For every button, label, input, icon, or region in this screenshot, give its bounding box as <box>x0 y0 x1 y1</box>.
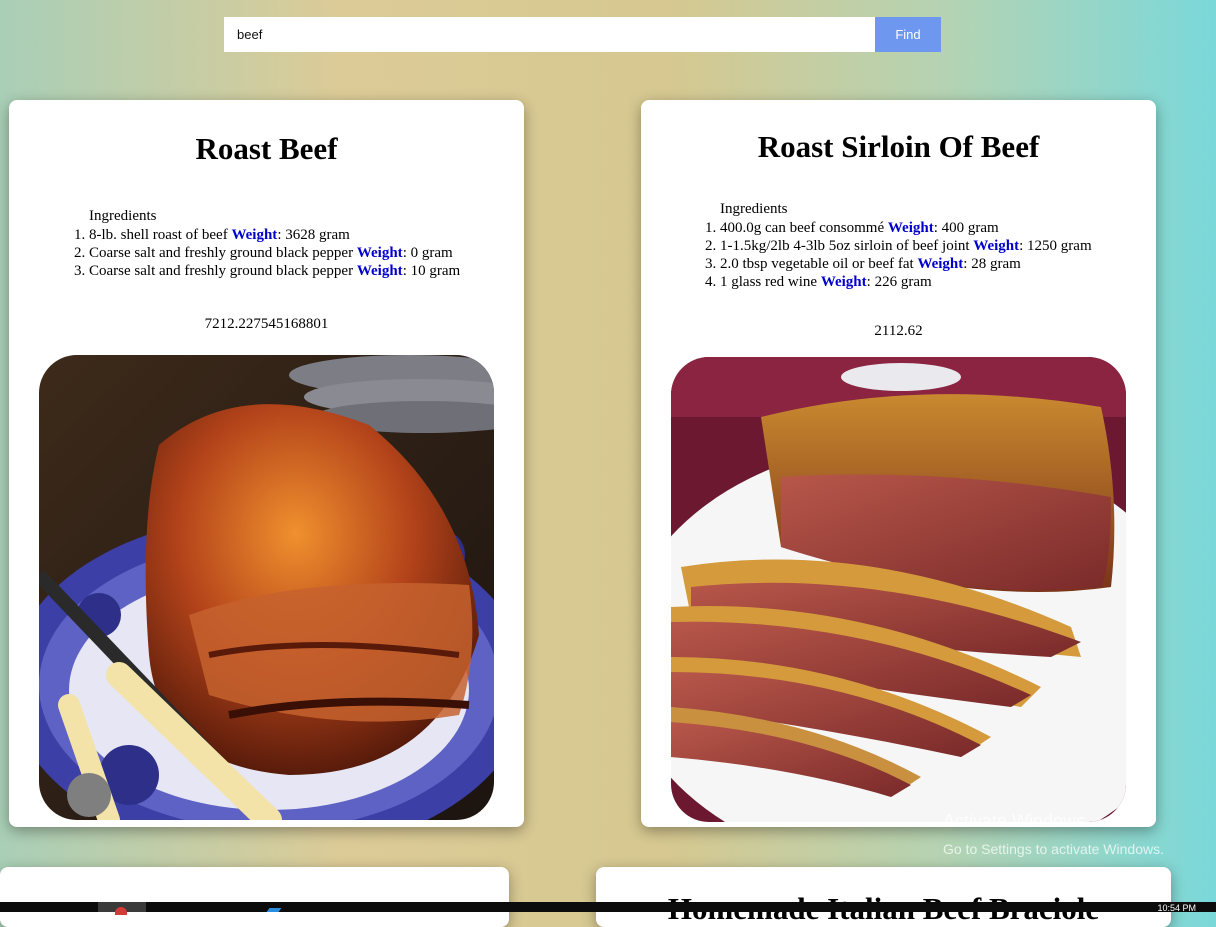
recipe-card: Roast Sirloin Of Beef Ingredients 400.0g… <box>641 100 1156 827</box>
ingredient-item: 8-lb. shell roast of beef Weight: 3628 g… <box>89 226 460 244</box>
recipe-total: 2112.62 <box>874 323 923 339</box>
weight-label: Weight <box>820 274 867 290</box>
search-bar: Find <box>224 17 941 52</box>
ingredient-item: 1 glass red wine Weight: 226 gram <box>720 273 1092 291</box>
ingredients-heading: Ingredients <box>720 201 788 217</box>
activation-watermark: Activate Windows Go to Settings to activ… <box>943 810 1164 860</box>
ingredient-item: 2.0 tbsp vegetable oil or beef fat Weigh… <box>720 255 1092 273</box>
weight-label: Weight <box>356 263 403 279</box>
recipe-card: Roast Beef Ingredients 8-lb. shell roast… <box>9 100 524 827</box>
weight-label: Weight <box>973 238 1020 254</box>
weight-label: Weight <box>887 220 934 236</box>
recipe-photo <box>671 357 1126 822</box>
ingredients-list: 400.0g can beef consommé Weight: 400 gra… <box>688 219 1092 291</box>
recipe-total: 7212.227545168801 <box>204 316 329 332</box>
taskbar: 10:54 PM <box>0 902 1216 915</box>
recipe-card: Homemade Italian Beef Braciole <box>596 867 1171 927</box>
ingredient-item: Coarse salt and freshly ground black pep… <box>89 244 460 262</box>
ingredients-heading: Ingredients <box>89 208 157 224</box>
recipe-title: Roast Sirloin Of Beef <box>757 129 1040 164</box>
find-button[interactable]: Find <box>875 17 941 52</box>
weight-label: Weight <box>356 245 403 261</box>
watermark-subtitle: Go to Settings to activate Windows. <box>943 841 1164 857</box>
recipe-photo <box>39 355 494 820</box>
vscode-icon[interactable] <box>266 908 282 912</box>
watermark-title: Activate Windows <box>943 811 1086 831</box>
chrome-icon[interactable] <box>115 907 127 915</box>
recipe-card <box>0 867 509 927</box>
recipe-title: Roast Beef <box>195 131 338 166</box>
weight-label: Weight <box>917 256 964 272</box>
ingredient-item: 400.0g can beef consommé Weight: 400 gra… <box>720 219 1092 237</box>
ingredient-item: 1-1.5kg/2lb 4-3lb 5oz sirloin of beef jo… <box>720 237 1092 255</box>
ingredients-list: 8-lb. shell roast of beef Weight: 3628 g… <box>57 226 460 280</box>
ingredient-item: Coarse salt and freshly ground black pep… <box>89 262 460 280</box>
search-input[interactable] <box>224 17 875 52</box>
weight-label: Weight <box>231 227 278 243</box>
